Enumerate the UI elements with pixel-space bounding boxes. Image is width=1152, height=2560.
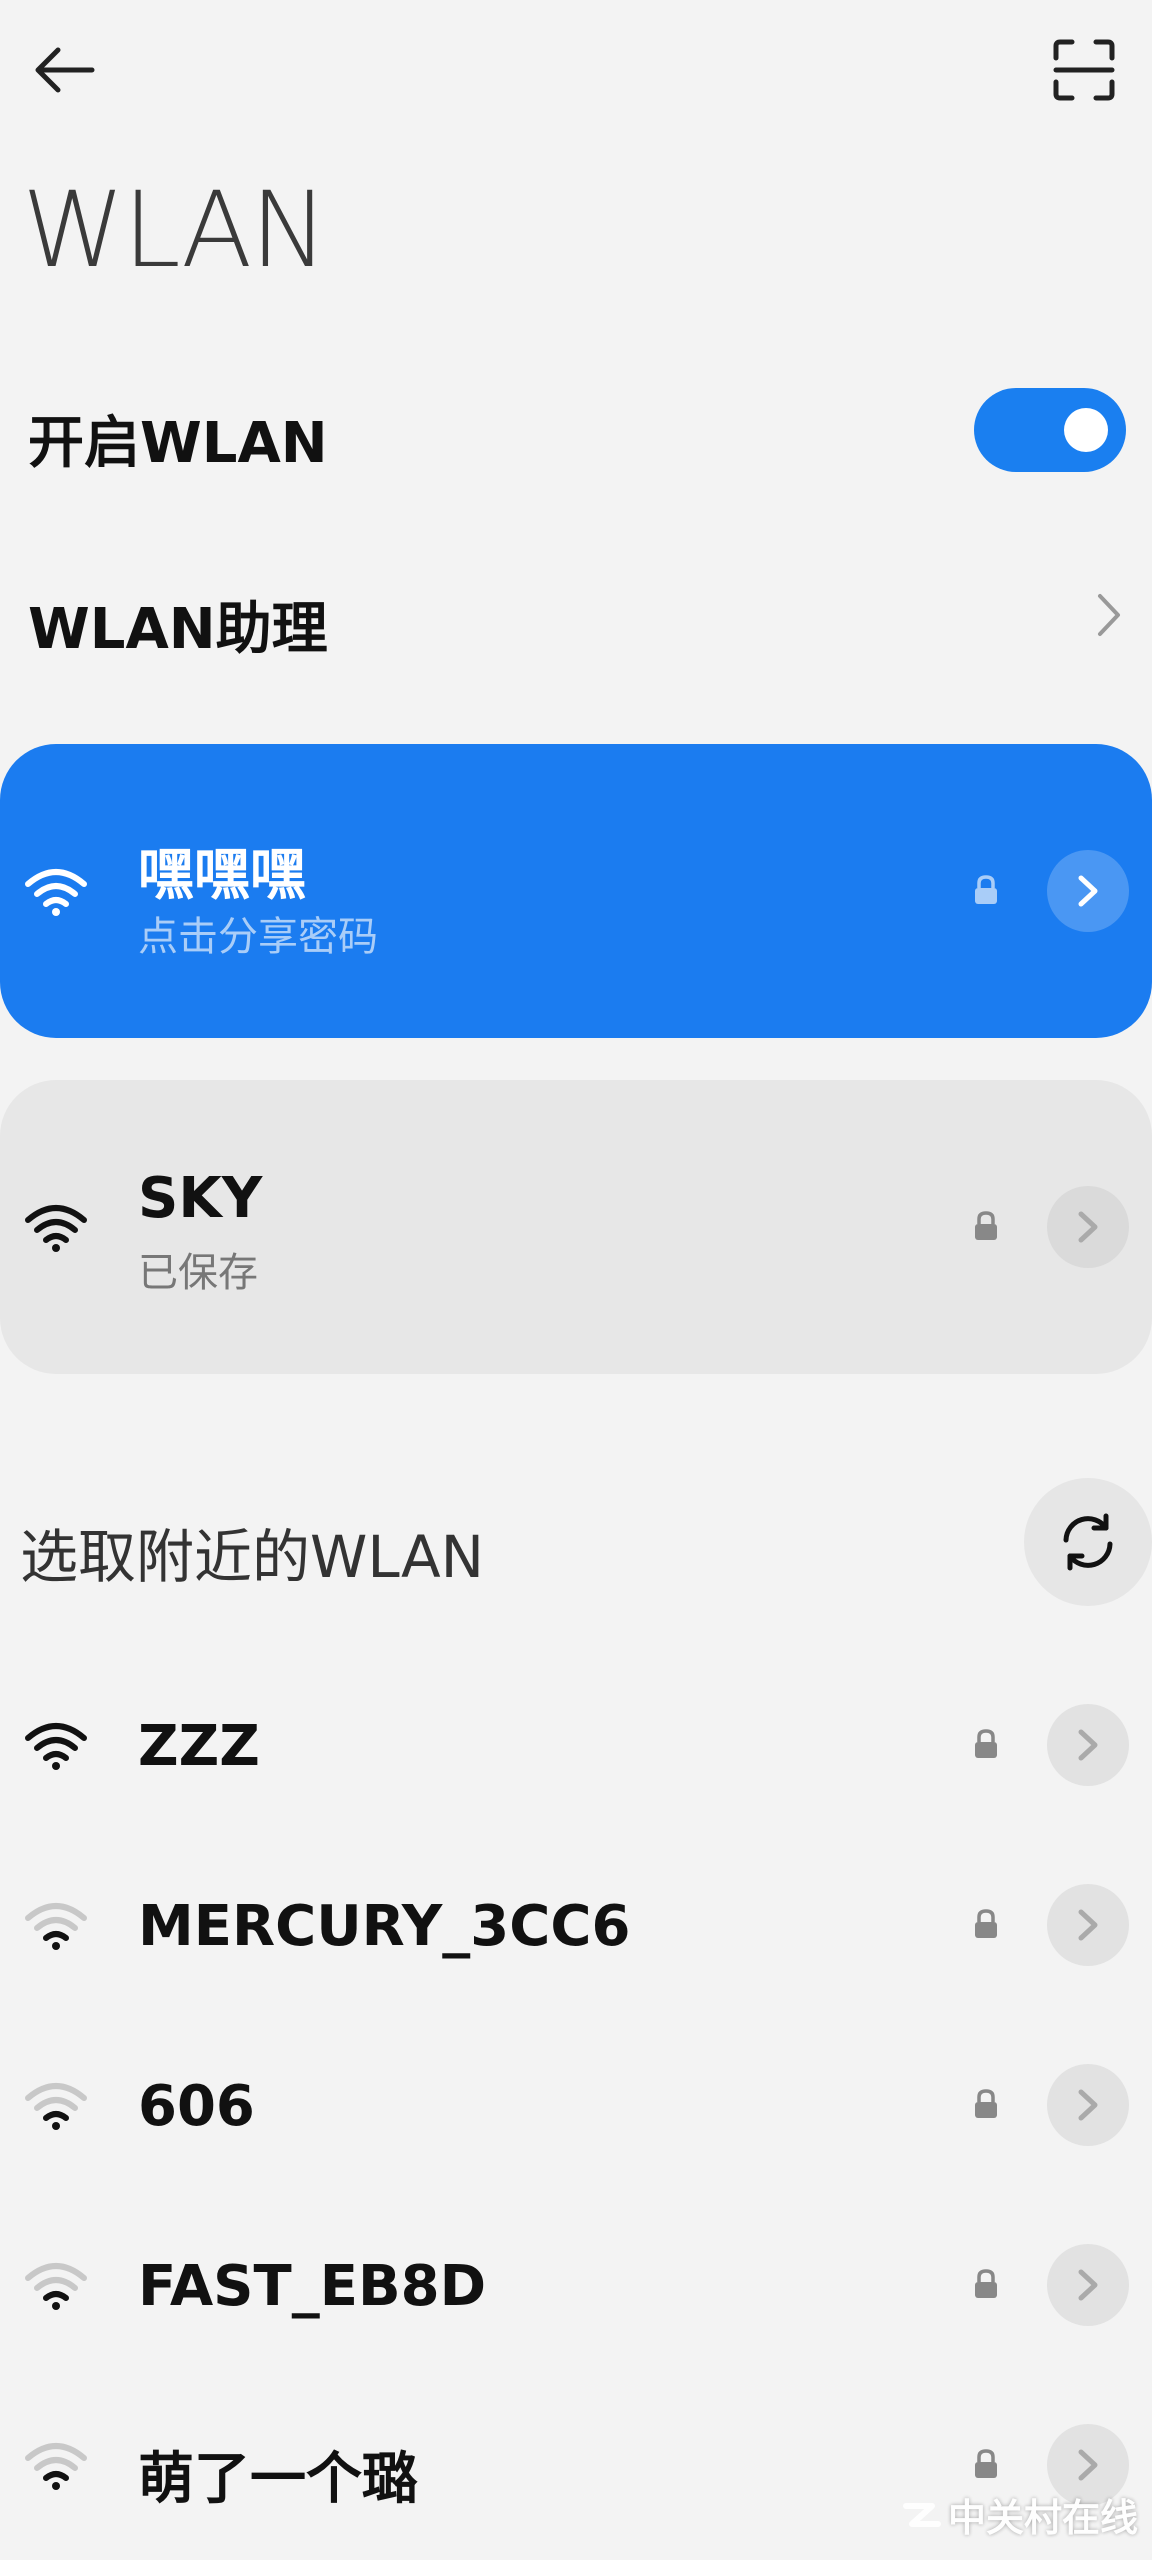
wlan-assistant-row[interactable]: WLAN助理 <box>0 560 1152 670</box>
wifi-icon <box>25 2443 87 2490</box>
scan-button[interactable] <box>1036 22 1132 118</box>
saved-network-card[interactable]: SKY 已保存 <box>0 1080 1152 1374</box>
refresh-button[interactable] <box>1024 1478 1152 1606</box>
wlan-assistant-label: WLAN助理 <box>28 597 328 662</box>
back-arrow-icon <box>35 47 95 93</box>
lock-icon <box>975 1211 997 1240</box>
nearby-network-row[interactable]: MERCURY_3CC6 <box>0 1836 1152 2016</box>
network-details-button[interactable] <box>1047 1884 1129 1966</box>
chevron-right-icon <box>1098 594 1120 636</box>
refresh-icon <box>1063 1513 1113 1571</box>
wifi-icon <box>25 1723 87 1770</box>
lock-icon <box>975 875 997 904</box>
network-details-button[interactable] <box>1047 2064 1129 2146</box>
chevron-right-icon <box>1078 1729 1098 1761</box>
lock-icon <box>975 2449 997 2478</box>
watermark: 中关村在线 <box>902 2487 1138 2542</box>
wifi-icon <box>25 2263 87 2310</box>
wifi-icon <box>25 2083 87 2130</box>
chevron-right-icon <box>1078 1909 1098 1941</box>
lock-icon <box>975 1729 997 1758</box>
lock-icon <box>975 2089 997 2118</box>
chevron-right-icon <box>1078 1211 1098 1243</box>
network-details-button[interactable] <box>1047 850 1129 932</box>
network-name: MERCURY_3CC6 <box>138 1894 631 1959</box>
wlan-toggle-row[interactable]: 开启WLAN <box>0 380 1152 480</box>
wlan-toggle-label: 开启WLAN <box>28 411 328 476</box>
lock-icon <box>975 1909 997 1938</box>
network-details-button[interactable] <box>1047 2244 1129 2326</box>
network-name: 嘿嘿嘿 <box>138 843 306 908</box>
wlan-toggle-switch[interactable] <box>974 388 1126 472</box>
chevron-right-icon <box>1078 2089 1098 2121</box>
chevron-right-icon <box>1078 875 1098 907</box>
nearby-section-title: 选取附近的WLAN <box>20 1523 485 1591</box>
network-name: SKY <box>138 1166 263 1231</box>
wifi-icon <box>25 1903 87 1950</box>
network-name: ZZZ <box>138 1714 260 1779</box>
nearby-network-row[interactable]: 606 <box>0 2016 1152 2196</box>
lock-icon <box>975 2269 997 2298</box>
nearby-network-row[interactable]: FAST_EB8D <box>0 2196 1152 2376</box>
scan-icon <box>1053 39 1115 101</box>
nearby-network-row[interactable]: ZZZ <box>0 1656 1152 1836</box>
toggle-knob <box>1064 408 1108 452</box>
network-name: 萌了一个璐 <box>138 2447 418 2512</box>
watermark-text: 中关村在线 <box>947 2496 1138 2540</box>
network-status: 已保存 <box>138 1250 258 1296</box>
back-button[interactable] <box>16 22 112 118</box>
connected-network-card[interactable]: 嘿嘿嘿 点击分享密码 <box>0 744 1152 1038</box>
chevron-right-icon <box>1078 2269 1098 2301</box>
share-password-hint[interactable]: 点击分享密码 <box>138 904 378 962</box>
wifi-icon <box>25 869 87 916</box>
chevron-right-icon <box>1078 2449 1098 2481</box>
network-details-button[interactable] <box>1047 1186 1129 1268</box>
wifi-icon <box>25 1205 87 1252</box>
network-name: FAST_EB8D <box>138 2254 487 2319</box>
zol-logo-icon <box>902 2502 941 2527</box>
network-name: 606 <box>138 2074 255 2139</box>
page-title: WLAN <box>22 169 328 291</box>
network-details-button[interactable] <box>1047 1704 1129 1786</box>
